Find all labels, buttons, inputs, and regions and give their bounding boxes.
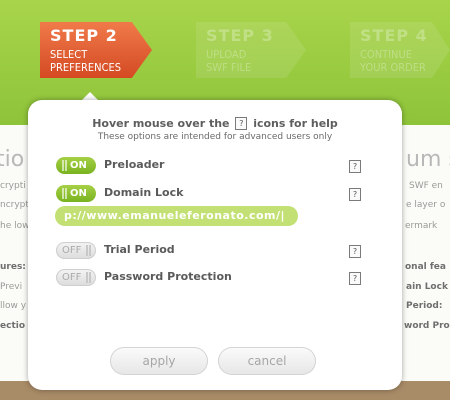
step-line2: PREFERENCES (50, 61, 122, 74)
toggle-state-label: ON (70, 188, 87, 199)
advanced-users-note: These options are intended for advanced … (97, 132, 333, 142)
option-label: Password Protection (104, 270, 232, 283)
bg-bold-right: word Pro (404, 321, 450, 331)
toggle-state-label: OFF (62, 272, 82, 283)
bg-heading-right: um s (406, 147, 450, 172)
password-protection-toggle[interactable]: OFF (56, 269, 96, 286)
preloader-toggle[interactable]: ON (56, 157, 96, 174)
step-line1: CONTINUE (360, 48, 412, 61)
bg-text-left: crypti (0, 181, 26, 191)
bg-text-right: e layer o (406, 200, 446, 210)
bg-bold-right: Period: (406, 301, 443, 311)
option-trial-period: OFF Trial Period ? (56, 242, 376, 260)
help-icon[interactable]: ? (349, 245, 361, 258)
bg-text-right: SWF en (409, 181, 443, 191)
step-4-continue-order[interactable]: STEP 4 CONTINUE YOUR ORDER (350, 22, 450, 78)
bg-bold-right: onal fea (405, 262, 446, 272)
bg-bold-left: ures: (0, 262, 26, 272)
dialog-pointer (82, 92, 98, 100)
cancel-button[interactable]: cancel (218, 347, 316, 375)
step-line2: YOUR ORDER (360, 61, 426, 74)
step-line1: SELECT (50, 48, 88, 61)
step-3-upload-swf[interactable]: STEP 3 UPLOAD SWF FILE (196, 22, 306, 78)
toggle-state-label: OFF (62, 245, 82, 256)
apply-button[interactable]: apply (110, 347, 208, 375)
option-preloader: ON Preloader ? (56, 157, 376, 175)
domain-url-input[interactable]: p://www.emanueleferonato.com/| (55, 206, 298, 226)
domain-lock-toggle[interactable]: ON (56, 185, 96, 202)
bg-text-left: llow y (0, 301, 27, 311)
step-line2: SWF FILE (206, 61, 252, 74)
help-icon[interactable]: ? (349, 160, 361, 173)
toggle-grip-icon (86, 272, 88, 283)
help-icon[interactable]: ? (349, 272, 361, 285)
bg-text-left: he low (0, 221, 30, 231)
bg-bold-left: ectio (0, 321, 26, 331)
help-icon: ? (235, 117, 248, 130)
hint-text-start: Hover mouse over the (92, 117, 230, 130)
toggle-grip-icon (86, 245, 88, 256)
bg-text-left: Previ (0, 282, 23, 292)
bg-bold-right: ain Lock (406, 282, 448, 292)
step-2-select-preferences[interactable]: STEP 2 SELECT PREFERENCES (40, 22, 152, 78)
option-label: Preloader (104, 158, 165, 171)
bg-heading-left: tio (0, 147, 25, 172)
option-label: Trial Period (104, 243, 175, 256)
trial-period-toggle[interactable]: OFF (56, 242, 96, 259)
help-icon[interactable]: ? (349, 188, 361, 201)
option-label: Domain Lock (104, 186, 184, 199)
toggle-state-label: ON (70, 160, 87, 171)
hint-text-end: icons for help (253, 117, 338, 130)
toggle-grip-icon (62, 160, 64, 171)
option-domain-lock: ON Domain Lock ? (56, 185, 376, 203)
step-title: STEP 4 (360, 26, 428, 45)
bg-text-right: ermark (405, 221, 438, 231)
bg-text-left: ncrypt (0, 200, 29, 210)
preferences-dialog: Hover mouse over the ? icons for help Th… (28, 100, 402, 390)
domain-url-value: p://www.emanueleferonato.com/| (64, 209, 286, 222)
help-hint: Hover mouse over the ? icons for help (28, 117, 402, 130)
step-line1: UPLOAD (206, 48, 247, 61)
step-title: STEP 2 (50, 26, 118, 45)
step-title: STEP 3 (206, 26, 274, 45)
option-password-protection: OFF Password Protection ? (56, 269, 376, 287)
toggle-grip-icon (62, 188, 64, 199)
